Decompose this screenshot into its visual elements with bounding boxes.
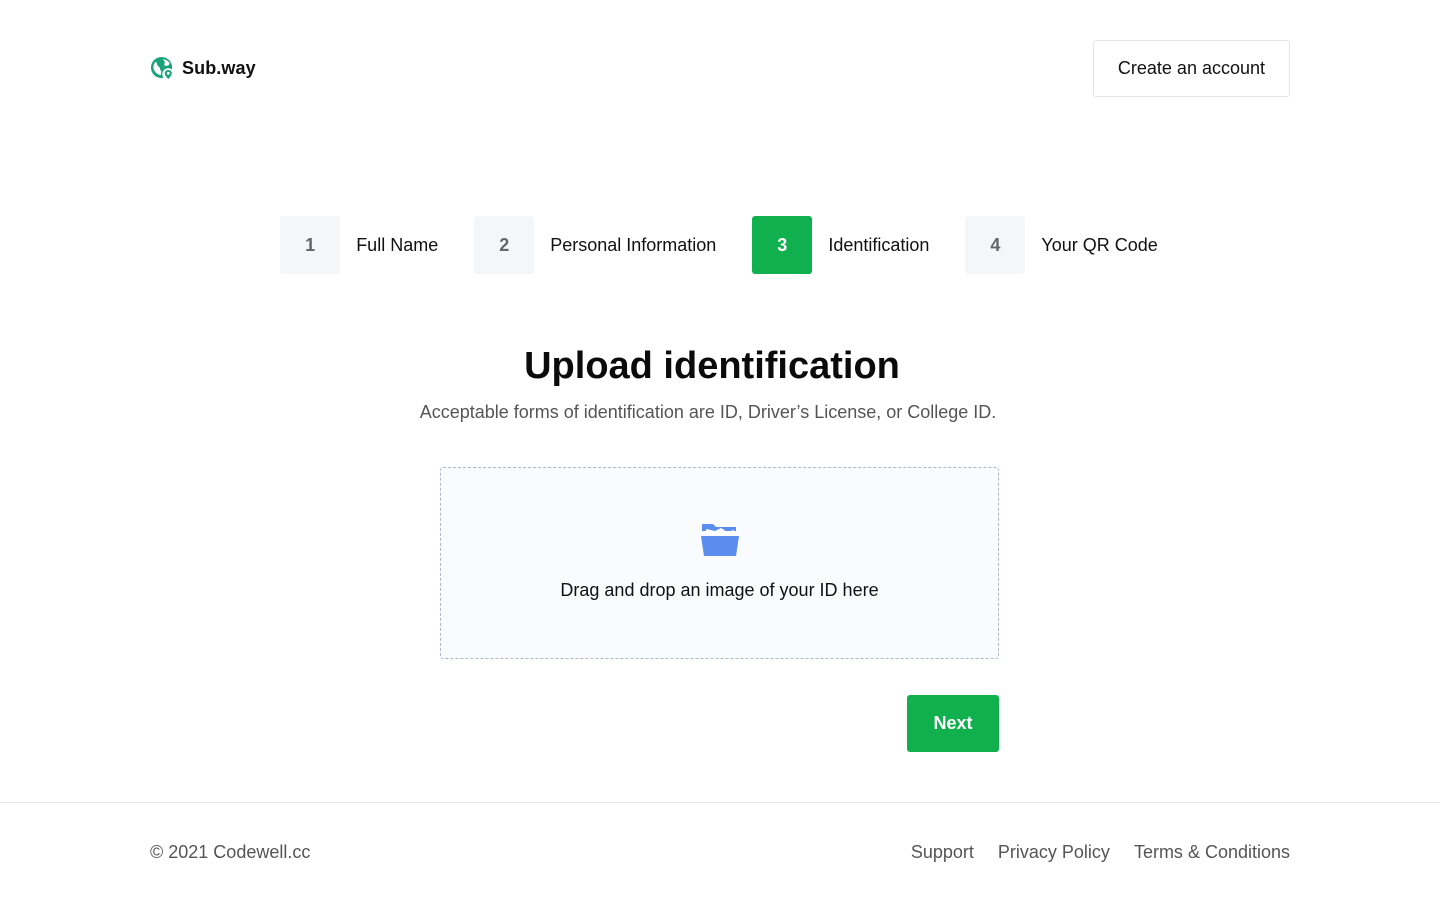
page-footer: © 2021 Codewell.cc Support Privacy Polic… [150,838,1290,866]
step-number: 4 [965,216,1026,274]
step-number: 1 [280,216,341,274]
page-subtitle: Acceptable forms of identification are I… [419,402,997,422]
page-title: Upload identification [524,345,900,387]
step-label: Personal Information [550,234,717,255]
top-header: Sub.way Create an account [150,40,1290,97]
id-upload-dropzone[interactable]: Drag and drop an image of your ID here [440,467,999,659]
dropzone-text: Drag and drop an image of your ID here [560,580,879,600]
step-number: 2 [474,216,535,274]
footer-divider [0,802,1440,803]
footer-links: Support Privacy Policy Terms & Condition… [911,842,1290,863]
brand[interactable]: Sub.way [150,56,256,81]
step-full-name[interactable]: 1 Full Name [280,216,438,274]
folder-open-icon [701,524,739,556]
step-label: Full Name [356,234,439,255]
copyright: © 2021 Codewell.cc [150,841,311,862]
step-your-qr-code[interactable]: 4 Your QR Code [965,216,1158,274]
step-label: Your QR Code [1041,234,1158,255]
privacy-policy-link[interactable]: Privacy Policy [998,842,1110,863]
brand-name: Sub.way [182,58,256,78]
step-label: Identification [828,234,930,255]
progress-stepper: 1 Full Name 2 Personal Information 3 Ide… [0,216,1440,274]
next-button[interactable]: Next [907,695,999,752]
step-number: 3 [752,216,813,274]
terms-conditions-link[interactable]: Terms & Conditions [1134,842,1290,863]
support-link[interactable]: Support [911,842,974,863]
create-account-button[interactable]: Create an account [1092,40,1290,97]
step-personal-information[interactable]: 2 Personal Information [474,216,716,274]
globe-location-icon [150,56,175,81]
step-identification[interactable]: 3 Identification [752,216,929,274]
steps: 1 Full Name 2 Personal Information 3 Ide… [280,216,1158,274]
